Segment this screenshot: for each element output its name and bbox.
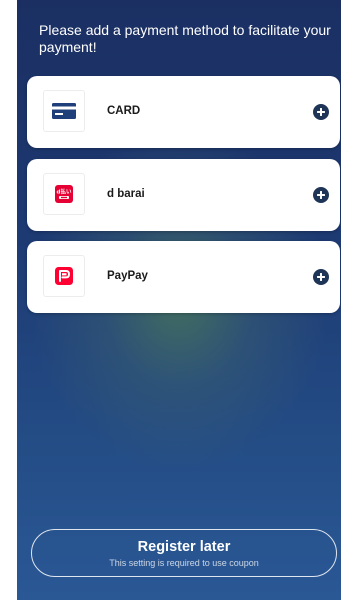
payment-method-paypay[interactable]: PayPay <box>27 241 340 313</box>
d-barai-logo-text: d払い <box>57 188 72 196</box>
d-barai-logo: d払い <box>55 185 73 203</box>
add-circle-icon[interactable] <box>313 104 329 120</box>
payment-method-d-barai[interactable]: d払い d barai <box>27 159 340 231</box>
d-barai-logo-box: d払い <box>43 173 85 215</box>
add-circle-icon[interactable] <box>313 269 329 285</box>
card-logo-box <box>43 90 85 132</box>
register-later-subtitle: This setting is required to use coupon <box>109 558 259 568</box>
payment-method-card[interactable]: CARD <box>27 76 340 148</box>
paypay-logo-box <box>43 255 85 297</box>
paypay-logo <box>55 267 73 285</box>
payment-method-screen: Please add a payment method to facilitat… <box>17 0 341 600</box>
payment-method-label-card: CARD <box>107 105 141 117</box>
credit-card-icon <box>52 103 76 119</box>
register-later-title: Register later <box>137 539 231 555</box>
headline-message: Please add a payment method to facilitat… <box>39 22 331 55</box>
payment-method-label-paypay: PayPay <box>107 270 148 282</box>
payment-method-label-d-barai: d barai <box>107 188 145 200</box>
register-later-button[interactable]: Register later This setting is required … <box>31 529 337 577</box>
add-circle-icon[interactable] <box>313 187 329 203</box>
